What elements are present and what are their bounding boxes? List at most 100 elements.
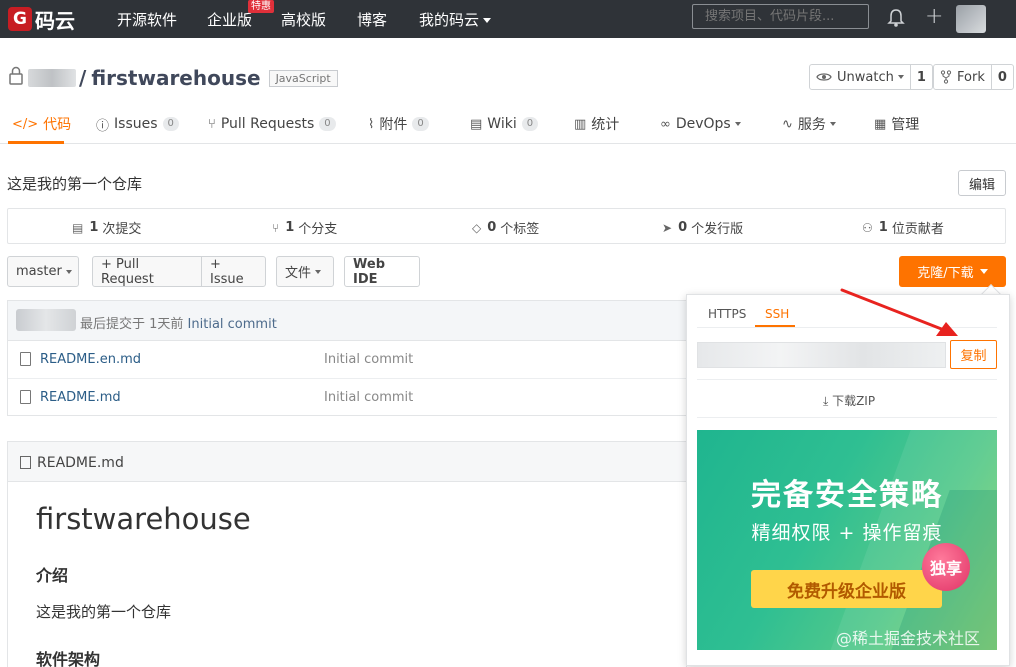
- chevron-down-icon: [315, 269, 322, 274]
- unwatch-button-group: Unwatch 1: [809, 64, 933, 90]
- repo-stats-bar: ▤ 1 次提交 ⑂ 1 个分支 ◇ 0 个标签 ➤ 0 个发行版 ⚇ 1 位贡献者: [7, 208, 1006, 244]
- file-commit-message[interactable]: Initial commit: [324, 390, 413, 405]
- tab-https[interactable]: HTTPS: [708, 307, 746, 321]
- tab-attachments[interactable]: ⌇ 附件 0: [368, 114, 429, 134]
- book-icon: ▤: [470, 116, 483, 132]
- banner-title: 完备安全策略: [751, 478, 943, 513]
- eye-icon: [816, 73, 832, 81]
- avatar[interactable]: [956, 5, 986, 33]
- tab-pull-requests-label: Pull Requests: [220, 116, 315, 132]
- new-issue-button[interactable]: + Issue: [201, 256, 266, 287]
- upgrade-enterprise-button[interactable]: 免费升级企业版: [751, 570, 942, 608]
- logo[interactable]: G 码云: [8, 6, 75, 33]
- tab-issues[interactable]: ⓘ Issues 0: [96, 114, 179, 134]
- stat-releases-num: 0: [678, 220, 688, 235]
- chevron-down-icon: [897, 75, 904, 79]
- tab-services-label: 服务: [797, 117, 826, 133]
- bell-icon[interactable]: [887, 8, 905, 32]
- annotation-arrow-icon: [840, 288, 958, 336]
- send-icon: ➤: [662, 220, 673, 235]
- nav-open-source[interactable]: 开源软件: [117, 9, 177, 30]
- language-tag[interactable]: JavaScript: [268, 69, 338, 87]
- file-list: 最后提交于 1天前 Initial commit README.en.md In…: [7, 300, 687, 416]
- nav-university[interactable]: 高校版: [281, 9, 326, 30]
- nav-blog[interactable]: 博客: [357, 9, 387, 30]
- unwatch-button[interactable]: Unwatch: [810, 65, 910, 89]
- promo-banner[interactable]: 完备安全策略 精细权限 + 操作留痕 免费升级企业版 独享: [697, 430, 997, 650]
- stat-branches-num: 1: [285, 220, 295, 235]
- stat-contributors[interactable]: ⚇ 1 位贡献者: [862, 218, 944, 237]
- tab-stats-label: 统计: [591, 117, 620, 133]
- exclusive-badge: 独享: [922, 543, 970, 591]
- stat-releases[interactable]: ➤ 0 个发行版: [662, 218, 743, 237]
- pull-request-icon: ⑂: [208, 116, 216, 132]
- tab-devops[interactable]: ∞ DevOps: [660, 114, 741, 134]
- clone-download-button[interactable]: 克隆/下载: [899, 256, 1006, 287]
- people-icon: ⚇: [862, 220, 873, 235]
- stat-commits[interactable]: ▤ 1 次提交: [72, 218, 141, 237]
- new-pull-request-button[interactable]: + Pull Request: [92, 256, 202, 287]
- file-icon: [20, 352, 31, 366]
- tab-pull-requests[interactable]: ⑂ Pull Requests 0: [208, 114, 336, 134]
- file-name[interactable]: README.md: [40, 390, 121, 405]
- repo-owner-redacted[interactable]: [28, 69, 76, 87]
- tab-attachments-count: 0: [412, 117, 429, 131]
- download-zip-link[interactable]: ⤓ 下载ZIP: [687, 392, 1011, 409]
- web-ide-button[interactable]: Web IDE: [344, 256, 420, 287]
- fork-icon: [940, 70, 952, 84]
- tab-code[interactable]: </> 代码: [12, 114, 71, 134]
- plus-icon[interactable]: +: [925, 4, 943, 29]
- lock-icon: [8, 66, 24, 90]
- latest-commit-link[interactable]: Initial commit: [188, 317, 277, 332]
- unwatch-count[interactable]: 1: [909, 65, 932, 89]
- chevron-down-icon: [829, 122, 836, 126]
- readme-heading-intro: 介绍: [36, 566, 69, 585]
- tab-pull-requests-count: 0: [319, 117, 336, 131]
- stat-releases-label: 个发行版: [691, 222, 744, 237]
- file-commit-message[interactable]: Initial commit: [324, 352, 413, 367]
- table-row[interactable]: README.md Initial commit: [8, 379, 686, 417]
- readme-paragraph: 这是我的第一个仓库: [36, 603, 172, 621]
- logo-text: 码云: [35, 8, 75, 33]
- bar-chart-icon: ▥: [574, 116, 587, 132]
- promo-badge: 特惠: [248, 0, 274, 13]
- top-navbar: G 码云 开源软件 企业版 特惠 高校版 博客 我的码云 +: [0, 0, 1016, 38]
- chevron-down-icon: [734, 122, 741, 126]
- clone-dropdown: HTTPS SSH 复制 ⤓ 下载ZIP 完备安全策略 精细权限 + 操作留痕 …: [686, 294, 1010, 666]
- tab-stats[interactable]: ▥ 统计: [574, 114, 619, 134]
- download-icon: ⤓: [822, 394, 833, 408]
- file-menu-button[interactable]: 文件: [276, 256, 334, 287]
- edit-button[interactable]: 编辑: [958, 170, 1006, 196]
- stat-tags[interactable]: ◇ 0 个标签: [472, 218, 539, 237]
- tab-manage[interactable]: ▦ 管理: [874, 114, 919, 134]
- fork-button[interactable]: Fork: [934, 65, 991, 89]
- nav-enterprise[interactable]: 企业版: [207, 9, 252, 30]
- tag-icon: ◇: [472, 220, 482, 235]
- branch-select[interactable]: master: [7, 256, 79, 287]
- stat-tags-num: 0: [487, 220, 497, 235]
- file-name[interactable]: README.en.md: [40, 352, 141, 367]
- chevron-down-icon: [65, 269, 72, 274]
- tab-ssh[interactable]: SSH: [765, 307, 789, 321]
- tab-wiki[interactable]: ▤ Wiki 0: [470, 114, 539, 134]
- file-icon: [20, 456, 31, 469]
- stat-contributors-label: 位贡献者: [891, 222, 944, 237]
- repo-name[interactable]: firstwarehouse: [91, 66, 260, 90]
- readme-header: README.md: [8, 442, 686, 482]
- fork-label: Fork: [957, 69, 985, 85]
- stat-branches[interactable]: ⑂ 1 个分支: [272, 218, 337, 237]
- fork-count[interactable]: 0: [990, 65, 1013, 89]
- stat-branches-label: 个分支: [298, 222, 338, 237]
- table-row[interactable]: README.en.md Initial commit: [8, 341, 686, 379]
- code-icon: </>: [12, 116, 39, 132]
- search-input[interactable]: [692, 4, 869, 29]
- readme-heading-architecture: 软件架构: [36, 650, 101, 667]
- latest-commit-text: 最后提交于 1天前 Initial commit: [80, 313, 277, 332]
- avatar[interactable]: [16, 309, 76, 331]
- nav-my-gitee[interactable]: 我的码云: [419, 9, 492, 30]
- nav-my-gitee-label: 我的码云: [419, 11, 480, 29]
- tab-attachments-label: 附件: [379, 117, 408, 133]
- file-icon: [20, 390, 31, 404]
- tab-services[interactable]: ∿ 服务: [782, 114, 836, 134]
- chevron-down-icon: [483, 18, 492, 23]
